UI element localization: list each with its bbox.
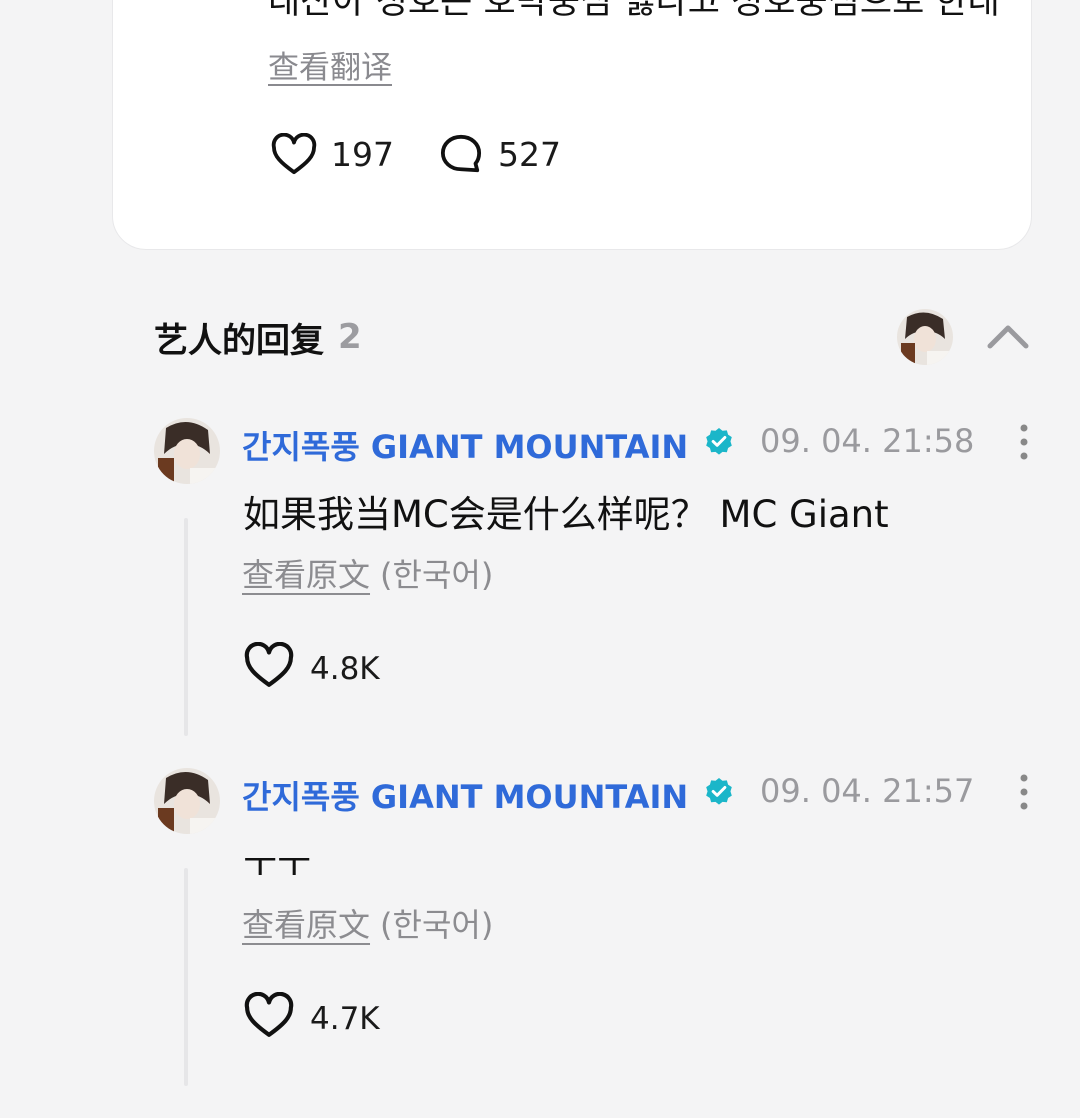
view-original: 查看原文 (한국어) <box>242 550 493 596</box>
collapse-button[interactable] <box>984 318 1032 354</box>
thread-line <box>184 868 188 1086</box>
more-vertical-icon <box>1012 424 1036 466</box>
more-vertical-icon <box>1012 774 1036 816</box>
verified-badge-icon <box>703 776 735 808</box>
more-options-button[interactable] <box>1012 422 1036 462</box>
artist-replies-title: 艺人的回复 <box>154 320 324 361</box>
view-original: 查看原文 (한국어) <box>242 900 493 946</box>
artist-replies-header: 艺人的回复 2 <box>154 312 362 362</box>
verified-badge-icon <box>703 426 735 458</box>
original-language: (한국어) <box>380 556 494 594</box>
post-text: 태산아 성호는 호박중심 싫다고 성호중심으로 한대 <box>268 0 1000 22</box>
artist-avatar-small <box>897 309 953 365</box>
reply-author-avatar[interactable] <box>154 418 220 484</box>
reply-like-count: 4.8K <box>310 651 380 687</box>
reply-time: 09. 04. 21:58 <box>760 422 975 460</box>
post-comment-count: 527 <box>498 134 561 174</box>
comment-bubble-icon <box>438 133 484 175</box>
post-card: 태산아 성호는 호박중심 싫다고 성호중심으로 한대 查看翻译 197 527 <box>112 0 1032 250</box>
post-stats: 197 527 <box>271 131 561 177</box>
original-language: (한국어) <box>380 906 494 944</box>
view-original-link[interactable]: 查看原文 <box>242 906 370 944</box>
heart-icon <box>244 641 294 696</box>
view-original-link[interactable]: 查看原文 <box>242 556 370 594</box>
reply-text: ㅜㅜ <box>243 843 312 886</box>
more-options-button[interactable] <box>1012 772 1036 812</box>
reply-time: 09. 04. 21:57 <box>760 772 975 810</box>
reply-text: 如果我当MC会是什么样呢？ MC Giant <box>243 493 889 536</box>
post-comment-button[interactable]: 527 <box>438 133 561 175</box>
post-like-count: 197 <box>331 134 394 174</box>
heart-icon <box>271 133 317 175</box>
translate-link[interactable]: 查看翻译 <box>268 42 392 87</box>
post-like-button[interactable]: 197 <box>271 133 394 175</box>
reply-author-name[interactable]: 간지폭풍 GIANT MOUNTAIN <box>242 422 688 468</box>
thread-line <box>184 518 188 736</box>
reply-like-button[interactable]: 4.7K <box>244 991 380 1046</box>
reply-like-button[interactable]: 4.8K <box>244 641 380 696</box>
chevron-up-icon <box>984 325 1032 358</box>
reply-author-name[interactable]: 간지폭풍 GIANT MOUNTAIN <box>242 772 688 818</box>
reply-item: 간지폭풍 GIANT MOUNTAIN 09. 04. 21:57 ㅜㅜ 查看原… <box>0 768 1080 1088</box>
reply-author-avatar[interactable] <box>154 768 220 834</box>
artist-replies-count: 2 <box>338 317 362 357</box>
reply-item: 간지폭풍 GIANT MOUNTAIN 09. 04. 21:58 如果我当MC… <box>0 418 1080 738</box>
heart-icon <box>244 991 294 1046</box>
reply-like-count: 4.7K <box>310 1001 380 1037</box>
